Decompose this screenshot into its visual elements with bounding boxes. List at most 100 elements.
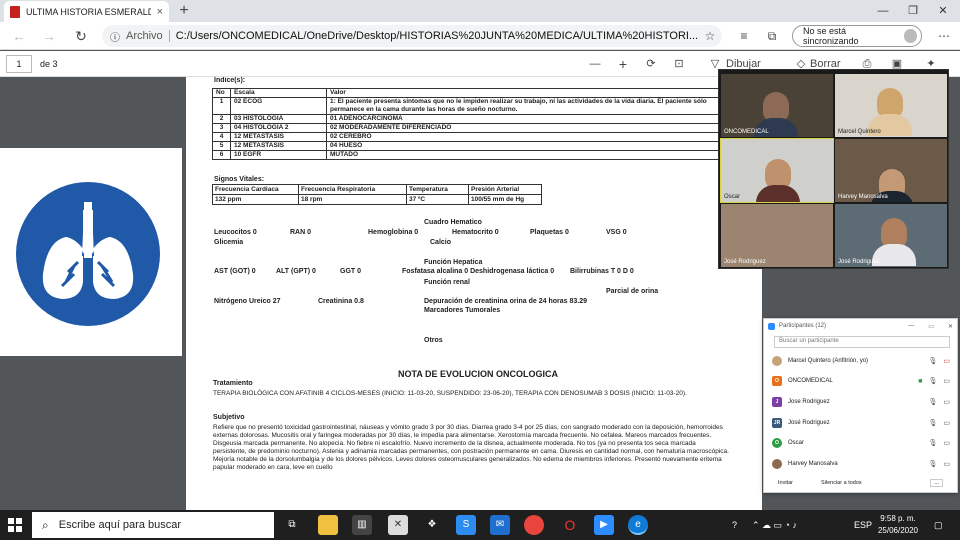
page-count: de 3 (40, 59, 58, 69)
zoom-app-icon[interactable]: ▶ (594, 515, 614, 535)
avatar (772, 459, 782, 469)
favorites-icon[interactable]: ≡ (736, 28, 752, 44)
collections-icon[interactable]: ⧉ (764, 28, 780, 44)
refresh-icon[interactable]: ↻ (70, 27, 92, 45)
participant-row[interactable]: O Oscar 🎙 ▭ (772, 434, 950, 452)
close-tab-icon[interactable]: × (157, 6, 163, 18)
mic-icon[interactable]: 🎙 (928, 439, 937, 447)
tile-name: José Rodriguez (724, 259, 766, 265)
minimize-icon[interactable]: — (908, 323, 914, 329)
video-tile[interactable]: José Rodriguez (835, 204, 947, 267)
expand-icon[interactable]: ▭ (928, 323, 934, 330)
participant-row[interactable]: Harvey Manosalva 🎙 ▭ (772, 455, 950, 473)
lab-value: Plaquetas 0 (530, 229, 569, 236)
table-cell: 12 METASTASIS (230, 132, 327, 142)
participant-row[interactable]: J Jose Rodriguez 🎙 ▭ (772, 393, 950, 411)
store-icon[interactable]: ▥ (352, 515, 372, 535)
avatar: O (772, 438, 782, 448)
file-explorer-icon[interactable] (318, 515, 338, 535)
table-row: 6 10 EGFR MUTADO (212, 150, 722, 160)
mic-icon[interactable]: 🎙 (928, 460, 937, 468)
help-icon[interactable]: ? (732, 516, 737, 534)
tab-pdf[interactable]: ULTIMA HISTORIA ESMERALDA C × (4, 1, 169, 22)
invite-button[interactable]: Invitar (778, 480, 793, 486)
page-number-input[interactable]: 1 (6, 55, 32, 73)
video-tile-active[interactable]: Oscar (720, 138, 834, 203)
index-header-no: No (212, 88, 231, 98)
lab-value: RAN 0 (290, 229, 312, 236)
forward-icon[interactable]: → (38, 27, 60, 45)
table-row: 1 02 ECOG 1: El paciente presenta síntom… (212, 97, 722, 115)
video-icon[interactable]: ▭ (943, 460, 950, 468)
back-icon[interactable]: ← (8, 27, 30, 45)
chrome-icon[interactable] (524, 515, 544, 535)
treatment-heading: Tratamiento (213, 380, 253, 387)
vitals-table: Frecuencia Cardiaca Frecuencia Respirato… (212, 184, 542, 205)
fit-page-icon[interactable]: ⊡ (672, 55, 686, 73)
url-text: C:/Users/ONCOMEDICAL/OneDrive/Desktop/HI… (175, 30, 699, 42)
mail-icon[interactable]: ✉ (490, 515, 510, 535)
video-icon[interactable]: ▭ (943, 398, 950, 406)
more-icon[interactable]: ⋯ (936, 28, 952, 44)
tile-name: Oscar (724, 194, 741, 200)
maximize-button[interactable]: ❐ (898, 0, 928, 22)
close-window-button[interactable]: ✕ (928, 0, 958, 22)
table-cell: 12 METASTASIS (230, 141, 327, 151)
video-off-icon[interactable]: ▭ (943, 357, 950, 365)
close-icon[interactable]: ✕ (948, 323, 953, 330)
windows-start-icon[interactable] (8, 518, 22, 532)
zoom-out-icon[interactable]: — (588, 55, 602, 73)
lab-value: Depuración de creatinina orina de 24 hor… (424, 298, 588, 305)
mic-icon[interactable]: 🎙 (928, 419, 937, 427)
video-icon[interactable]: ▭ (943, 439, 950, 447)
sync-button[interactable]: No se está sincronizando (792, 25, 922, 47)
opera-icon[interactable]: O (560, 515, 580, 535)
avatar: JR (772, 418, 782, 428)
app-icon[interactable]: ✕ (388, 515, 408, 535)
pdf-icon (10, 5, 20, 18)
profile-avatar (903, 29, 917, 43)
mic-icon[interactable]: 🎙 (928, 377, 937, 385)
vitals-value: 37 ºC (406, 194, 469, 205)
mute-all-button[interactable]: Silenciar a todos (821, 480, 862, 486)
task-view-icon[interactable]: ⧉ (282, 515, 302, 535)
tray-icons[interactable]: ⌃ ☁ ▭ ◔ ♪ (752, 516, 797, 534)
zoom-in-icon[interactable]: + (616, 55, 630, 73)
mic-icon[interactable]: 🎙 (928, 357, 937, 365)
index-heading: Indice(s): (214, 77, 246, 84)
table-cell: 4 (212, 132, 231, 142)
taskbar-search[interactable]: ⌕ Escribe aquí para buscar (32, 512, 274, 538)
url-field[interactable]: ⓘ Archivo C:/Users/ONCOMEDICAL/OneDrive/… (102, 25, 722, 47)
app-s-icon[interactable]: S (456, 515, 476, 535)
dropbox-icon[interactable]: ❖ (422, 515, 442, 535)
participant-search-input[interactable]: Buscar un participante (774, 336, 950, 348)
participant-row[interactable]: JR José Rodriguez 🎙 ▭ (772, 414, 950, 432)
video-tile[interactable]: Harvey Manosalva (835, 139, 947, 202)
info-icon: ⓘ (110, 32, 120, 44)
video-icon[interactable]: ▭ (943, 419, 950, 427)
video-icon[interactable]: ▭ (943, 377, 950, 385)
video-tile[interactable]: Marcel Quintero (835, 74, 947, 137)
taskbar-search-text: Escribe aquí para buscar (58, 519, 182, 531)
calcio-label: Calcio (430, 239, 452, 246)
minimize-button[interactable]: — (868, 0, 898, 22)
tab-title: ULTIMA HISTORIA ESMERALDA C (26, 6, 151, 17)
favorite-star-icon[interactable]: ☆ (702, 28, 718, 44)
lab-value: Bilirrubinas T 0 D 0 (570, 268, 634, 275)
more-button[interactable]: ... (930, 479, 943, 487)
participant-row[interactable]: Marcel Quintero (Anfitrión, yo) 🎙 ▭ (772, 352, 950, 370)
table-row: 5 12 METASTASIS 04 HUESO (212, 141, 722, 151)
video-tile[interactable]: ONCOMEDICAL (721, 74, 833, 137)
video-tile[interactable]: José Rodriguez (721, 204, 833, 267)
index-header-scale: Escala (230, 88, 327, 98)
rotate-icon[interactable]: ⟳ (644, 55, 658, 73)
clock[interactable]: 9:58 p. m. 25/06/2020 (870, 513, 926, 537)
notifications-icon[interactable]: ▢ (934, 516, 943, 534)
participant-name: Jose Rodriguez (788, 399, 830, 405)
vitals-value: 100/55 mm de Hg (468, 194, 542, 205)
new-tab-button[interactable]: + (174, 1, 194, 21)
mic-icon[interactable]: 🎙 (928, 398, 937, 406)
edge-icon[interactable]: e (628, 515, 648, 535)
treatment-text: TERAPIA BIOLÓGICA CON AFATINIB 4 CICLOS-… (213, 390, 687, 397)
participant-row[interactable]: O ONCOMEDICAL ■ 🎙 ▭ (772, 372, 950, 390)
